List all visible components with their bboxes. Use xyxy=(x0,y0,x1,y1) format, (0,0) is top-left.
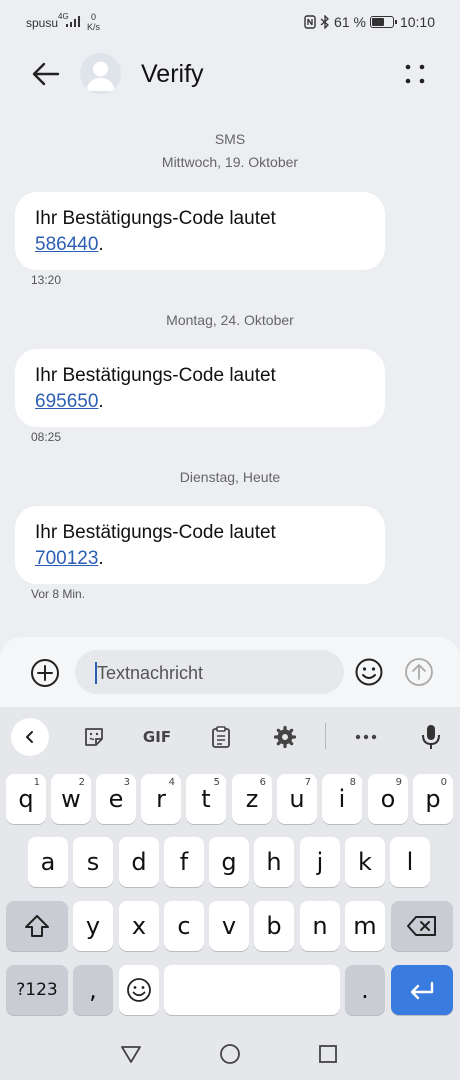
date-separator: Mittwoch, 19. Oktober xyxy=(161,154,299,170)
message-time: Vor 8 Min. xyxy=(31,587,86,601)
microphone-icon xyxy=(422,725,440,749)
key-x[interactable]: x xyxy=(119,901,159,951)
key-v[interactable]: v xyxy=(209,901,249,951)
signal-icon xyxy=(66,16,80,27)
backspace-key[interactable] xyxy=(391,901,453,951)
sticker-icon xyxy=(85,728,103,746)
clipboard-icon xyxy=(212,726,230,748)
key-r[interactable]: r4 xyxy=(141,774,181,824)
nfc-icon xyxy=(304,15,316,29)
chevron-left-icon xyxy=(26,731,33,743)
backspace-icon xyxy=(407,916,436,936)
back-arrow-icon[interactable] xyxy=(30,58,62,90)
message-time: 13:20 xyxy=(31,273,62,287)
key-e[interactable]: e3 xyxy=(96,774,136,824)
message-bubble[interactable]: Ihr Bestätigungs-Code lautet 700123. xyxy=(15,506,385,584)
add-attachment-icon[interactable] xyxy=(29,657,61,689)
smiley-icon xyxy=(127,978,151,1002)
settings-button[interactable] xyxy=(267,719,303,755)
clock: 10:10 xyxy=(399,14,435,30)
message-bubble[interactable]: Ihr Bestätigungs-Code lautet 695650. xyxy=(15,349,385,427)
toolbar-divider xyxy=(325,723,326,749)
carrier-name: spusu xyxy=(26,16,59,30)
ellipsis-icon xyxy=(355,734,377,740)
key-g[interactable]: g xyxy=(209,837,249,887)
period-key[interactable]: . xyxy=(345,965,385,1015)
message-text: Ihr Bestätigungs-Code lautet xyxy=(35,522,276,543)
sticker-button[interactable] xyxy=(76,719,112,755)
date-separator: Dienstag, Heute xyxy=(179,469,281,485)
key-t[interactable]: t5 xyxy=(186,774,226,824)
keyboard-toolbar: GIF xyxy=(0,707,460,767)
avatar[interactable] xyxy=(80,53,121,94)
key-f[interactable]: f xyxy=(164,837,204,887)
voice-input-button[interactable] xyxy=(413,719,449,755)
battery-icon xyxy=(369,16,397,28)
enter-icon xyxy=(410,981,434,1000)
key-y[interactable]: y xyxy=(73,901,113,951)
key-h[interactable]: h xyxy=(254,837,294,887)
key-c[interactable]: c xyxy=(164,901,204,951)
key-u[interactable]: u7 xyxy=(277,774,317,824)
symbols-key[interactable]: ?123 xyxy=(6,965,68,1015)
collapse-toolbar-button[interactable] xyxy=(11,718,49,756)
key-o[interactable]: o9 xyxy=(368,774,408,824)
key-a[interactable]: a xyxy=(28,837,68,887)
comma-key[interactable]: , xyxy=(73,965,113,1015)
key-n[interactable]: n xyxy=(300,901,340,951)
nav-back-icon[interactable] xyxy=(120,1043,142,1065)
shift-key[interactable] xyxy=(6,901,68,951)
bluetooth-icon xyxy=(320,15,329,29)
gif-button[interactable]: GIF xyxy=(139,719,175,755)
status-bar: spusu 4G 0 K/s 61 % 10:10 xyxy=(0,0,460,44)
message-input-placeholder: Textnachricht xyxy=(97,663,204,683)
key-i[interactable]: i8 xyxy=(322,774,362,824)
key-p[interactable]: p0 xyxy=(413,774,453,824)
more-options-icon[interactable] xyxy=(400,59,430,89)
verification-code-link[interactable]: 695650 xyxy=(35,391,98,412)
send-icon[interactable] xyxy=(404,657,434,687)
conversation-header: Verify xyxy=(0,44,460,106)
key-k[interactable]: k xyxy=(345,837,385,887)
channel-label: SMS xyxy=(214,131,246,147)
message-text: Ihr Bestätigungs-Code lautet xyxy=(35,208,276,229)
space-key[interactable] xyxy=(164,965,340,1015)
shift-icon xyxy=(25,915,49,937)
battery-percent: 61 % xyxy=(334,14,366,30)
key-j[interactable]: j xyxy=(300,837,340,887)
key-b[interactable]: b xyxy=(254,901,294,951)
system-nav-bar xyxy=(0,1027,460,1080)
message-time: 08:25 xyxy=(31,430,62,444)
compose-bar: Textnachricht xyxy=(0,637,460,707)
key-s[interactable]: s xyxy=(73,837,113,887)
message-bubble[interactable]: Ihr Bestätigungs-Code lautet 586440. xyxy=(15,192,385,270)
more-button[interactable] xyxy=(348,719,384,755)
nav-recents-icon[interactable] xyxy=(317,1043,339,1065)
data-speed: 0 K/s xyxy=(87,12,101,32)
enter-key[interactable] xyxy=(391,965,453,1015)
key-l[interactable]: l xyxy=(390,837,430,887)
key-d[interactable]: d xyxy=(119,837,159,887)
contact-name: Verify xyxy=(141,60,204,88)
person-icon xyxy=(86,61,115,91)
date-separator: Montag, 24. Oktober xyxy=(166,312,294,328)
message-input[interactable]: Textnachricht xyxy=(75,650,344,694)
key-w[interactable]: w2 xyxy=(51,774,91,824)
key-q[interactable]: q1 xyxy=(6,774,46,824)
keyboard: GIF q 1 w 2 e 3 r 4 t 5 z 6 u 7 i 8 o 9 … xyxy=(0,707,460,1027)
message-text: Ihr Bestätigungs-Code lautet xyxy=(35,365,276,386)
emoji-key[interactable] xyxy=(119,965,159,1015)
clipboard-button[interactable] xyxy=(203,719,239,755)
nav-home-icon[interactable] xyxy=(219,1043,241,1065)
gear-icon xyxy=(273,725,297,749)
emoji-icon[interactable] xyxy=(354,657,384,687)
verification-code-link[interactable]: 700123 xyxy=(35,548,98,569)
key-z[interactable]: z6 xyxy=(232,774,272,824)
verification-code-link[interactable]: 586440 xyxy=(35,234,98,255)
key-m[interactable]: m xyxy=(345,901,385,951)
